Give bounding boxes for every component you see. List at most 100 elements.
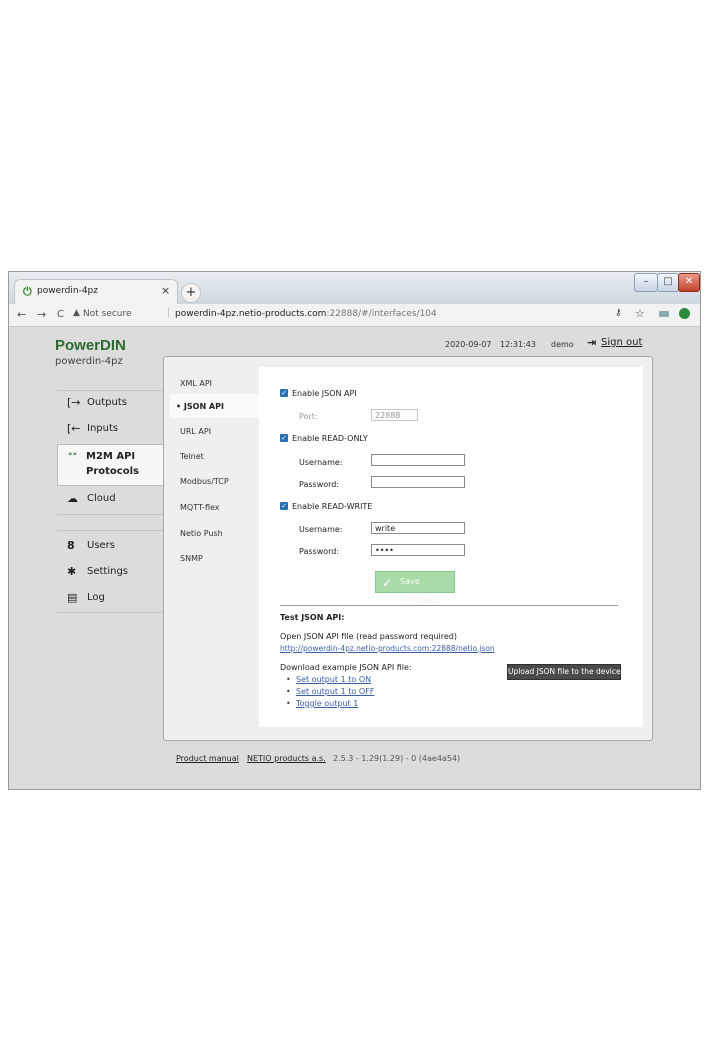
set-output-on-link[interactable]: Set output 1 to ON [296, 675, 371, 684]
browser-tab[interactable]: ⏻ powerdin-4pz × [15, 280, 177, 304]
rw-username-label: Username: [299, 525, 343, 534]
bullet-icon: • [286, 675, 291, 684]
warning-icon: ▲ [73, 308, 80, 318]
user-icon: 8 [67, 539, 75, 552]
main-panel: XML API • JSON API URL API Telnet Modbus… [163, 356, 653, 741]
rw-password-label: Password: [299, 547, 340, 556]
cloud-icon: ☁ [67, 492, 78, 505]
sidebar-item-settings[interactable]: ✱ Settings [57, 560, 163, 586]
reload-icon[interactable]: C [57, 309, 64, 320]
subnav-item-mqtt-flex[interactable]: MQTT-flex [180, 503, 220, 512]
extension-icon[interactable] [659, 311, 669, 317]
enable-read-only-checkbox[interactable]: ✓ [280, 434, 288, 442]
minimize-button[interactable]: – [634, 273, 658, 292]
version-text: 2.5.3 - 1.29(1.29) - 0 (4ae4a54) [333, 754, 461, 763]
power-icon: ⏻ [23, 285, 32, 298]
enable-json-label: Enable JSON API [292, 389, 357, 398]
window-close-button[interactable]: ✕ [678, 273, 700, 292]
page: PowerDIN powerdin-4pz 2020-09-07 12:31:4… [9, 327, 700, 789]
protocol-subnav: XML API • JSON API URL API Telnet Modbus… [164, 357, 259, 740]
sidebar-item-label: Outputs [87, 397, 127, 408]
json-api-form: ✓ Enable JSON API Port: 22888 ✓ Enable R… [259, 367, 643, 727]
bullet-icon: • [286, 699, 291, 708]
subnav-item-url-api[interactable]: URL API [180, 427, 211, 436]
open-json-link[interactable]: http://powerdin-4pz.netio-products.com:2… [280, 644, 495, 653]
ro-password-input[interactable] [371, 476, 465, 488]
subnav-item-netio-push[interactable]: Netio Push [180, 529, 223, 538]
upload-json-button[interactable]: Upload JSON file to the device [507, 664, 621, 680]
rw-password-input[interactable]: •••• [371, 544, 465, 556]
sidebar-item-inputs[interactable]: [← Inputs [57, 417, 163, 443]
enable-read-write-checkbox[interactable]: ✓ [280, 502, 288, 510]
tab-close-icon[interactable]: × [161, 284, 170, 297]
back-icon[interactable]: ← [17, 308, 26, 321]
header-user: demo [551, 340, 574, 349]
ro-password-label: Password: [299, 480, 340, 489]
log-icon: ▤ [67, 591, 78, 604]
save-changes-button[interactable]: ✓ Save Changes [375, 571, 455, 606]
sidebar-item-log[interactable]: ▤ Log [57, 586, 163, 612]
subnav-item-xml-api[interactable]: XML API [180, 379, 212, 388]
device-name: powerdin-4pz [55, 356, 123, 367]
sidebar-item-label: Users [87, 540, 116, 551]
enable-read-only-label: Enable READ-ONLY [292, 434, 368, 443]
sidebar-item-users[interactable]: 8 Users [57, 534, 163, 560]
new-tab-button[interactable]: + [181, 283, 201, 303]
rw-username-input[interactable]: write [371, 522, 465, 534]
sidebar-item-label: Cloud [87, 493, 116, 504]
subnav-item-modbus-tcp[interactable]: Modbus/TCP [180, 477, 229, 486]
sidebar-item-m2m-api-protocols[interactable]: °° M2M API Protocols [57, 444, 164, 486]
section-divider [280, 605, 618, 606]
m2m-icon: °° [68, 452, 77, 462]
sidebar-item-label: Inputs [87, 423, 119, 434]
download-example-text: Download example JSON API file: [280, 663, 412, 672]
ro-username-input[interactable] [371, 454, 465, 466]
browser-window: ⏻ powerdin-4pz × + – □ ✕ ← → C ▲ Not sec… [8, 271, 701, 790]
sign-out-icon[interactable]: ⇥ [587, 336, 596, 349]
sidebar-item-label-line1: M2M API [86, 451, 136, 462]
star-icon[interactable]: ☆ [635, 307, 645, 320]
product-manual-link[interactable]: Product manual [176, 754, 239, 763]
sign-out-link[interactable]: Sign out [601, 337, 642, 348]
forward-icon[interactable]: → [37, 308, 46, 321]
brand-logo: PowerDIN [55, 337, 126, 354]
sidebar-item-label: Log [87, 592, 105, 603]
port-label: Port: [299, 412, 318, 421]
header-time: 12:31:43 [500, 340, 536, 349]
subnav-item-snmp[interactable]: SNMP [180, 554, 203, 563]
url-path: :22888/#/interfaces/104 [326, 309, 437, 319]
sidebar-item-cloud[interactable]: ☁ Cloud [57, 487, 163, 513]
outputs-icon: [→ [67, 396, 81, 409]
test-json-title: Test JSON API: [280, 613, 345, 622]
bullet-icon: • [286, 687, 291, 696]
inputs-icon: [← [67, 422, 81, 435]
save-changes-label: Save Changes [400, 577, 435, 606]
subnav-item-telnet[interactable]: Telnet [180, 452, 204, 461]
toggle-output-link[interactable]: Toggle output 1 [296, 699, 358, 708]
address-divider: | [167, 308, 171, 318]
sidebar-divider [57, 530, 163, 531]
sidebar-divider [57, 612, 163, 613]
key-icon[interactable]: ⚷ [615, 308, 622, 318]
tab-title: powerdin-4pz [37, 286, 98, 296]
check-icon: ✓ [382, 576, 393, 590]
port-input[interactable]: 22888 [371, 409, 418, 421]
not-secure-label: Not secure [83, 309, 132, 319]
tab-strip: ⏻ powerdin-4pz × + – □ ✕ [9, 272, 700, 304]
ro-username-label: Username: [299, 458, 343, 467]
subnav-item-json-api[interactable]: • JSON API [170, 394, 259, 418]
url-field[interactable]: powerdin-4pz.netio-products.com:22888/#/… [175, 309, 437, 319]
url-host: powerdin-4pz.netio-products.com [175, 309, 327, 319]
set-output-off-link[interactable]: Set output 1 to OFF [296, 687, 374, 696]
gear-icon: ✱ [67, 565, 77, 578]
address-bar: ← → C ▲ Not secure | powerdin-4pz.netio-… [9, 304, 700, 327]
sidebar-item-label: Settings [87, 566, 129, 577]
subnav-active-label: • JSON API [176, 402, 224, 411]
header-date: 2020-09-07 [445, 340, 492, 349]
sidebar-item-outputs[interactable]: [→ Outputs [57, 391, 163, 417]
enable-json-checkbox[interactable]: ✓ [280, 389, 288, 397]
maximize-button[interactable]: □ [657, 273, 679, 292]
open-json-text: Open JSON API file (read password requir… [280, 632, 457, 641]
company-link[interactable]: NETIO products a.s. [247, 754, 326, 763]
profile-icon[interactable] [679, 308, 690, 319]
